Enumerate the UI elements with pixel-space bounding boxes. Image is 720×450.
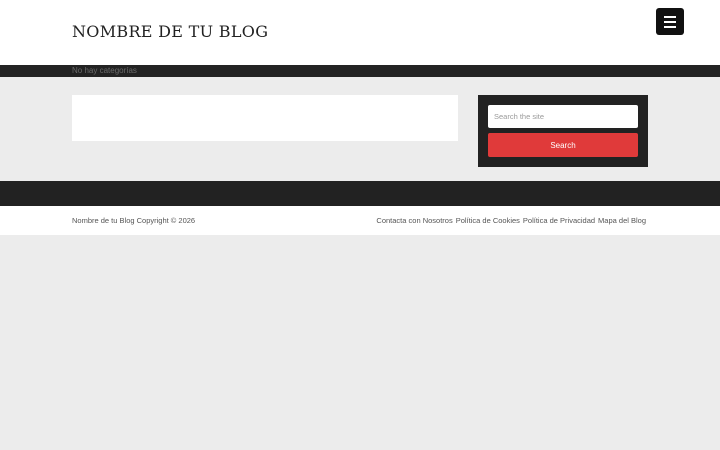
site-header: NOMBRE DE TU BLOG — [0, 0, 720, 65]
no-categories-text: No hay categorías — [72, 66, 137, 75]
sidebar-search-widget: Search — [478, 95, 648, 167]
footer-links: Contacta con Nosotros Política de Cookie… — [376, 216, 646, 225]
footer-link-contact[interactable]: Contacta con Nosotros — [376, 216, 452, 225]
search-input[interactable] — [488, 105, 638, 128]
hamburger-menu-icon-bar — [664, 21, 676, 23]
main-content-box — [72, 95, 458, 141]
search-button[interactable]: Search — [488, 133, 638, 157]
footer-link-sitemap[interactable]: Mapa del Blog — [598, 216, 646, 225]
hamburger-menu-button[interactable] — [656, 8, 684, 35]
footer-widgets-area — [0, 181, 720, 206]
hamburger-menu-icon — [664, 16, 676, 18]
footer-link-privacy[interactable]: Política de Privacidad — [523, 216, 595, 225]
footer-link-cookies[interactable]: Política de Cookies — [456, 216, 520, 225]
hamburger-menu-icon-bar — [664, 26, 676, 28]
site-footer: Nombre de tu Blog Copyright © 2026 Conta… — [0, 206, 720, 235]
copyright-text: Nombre de tu Blog Copyright © 2026 — [72, 216, 196, 225]
site-title[interactable]: NOMBRE DE TU BLOG — [72, 22, 268, 41]
